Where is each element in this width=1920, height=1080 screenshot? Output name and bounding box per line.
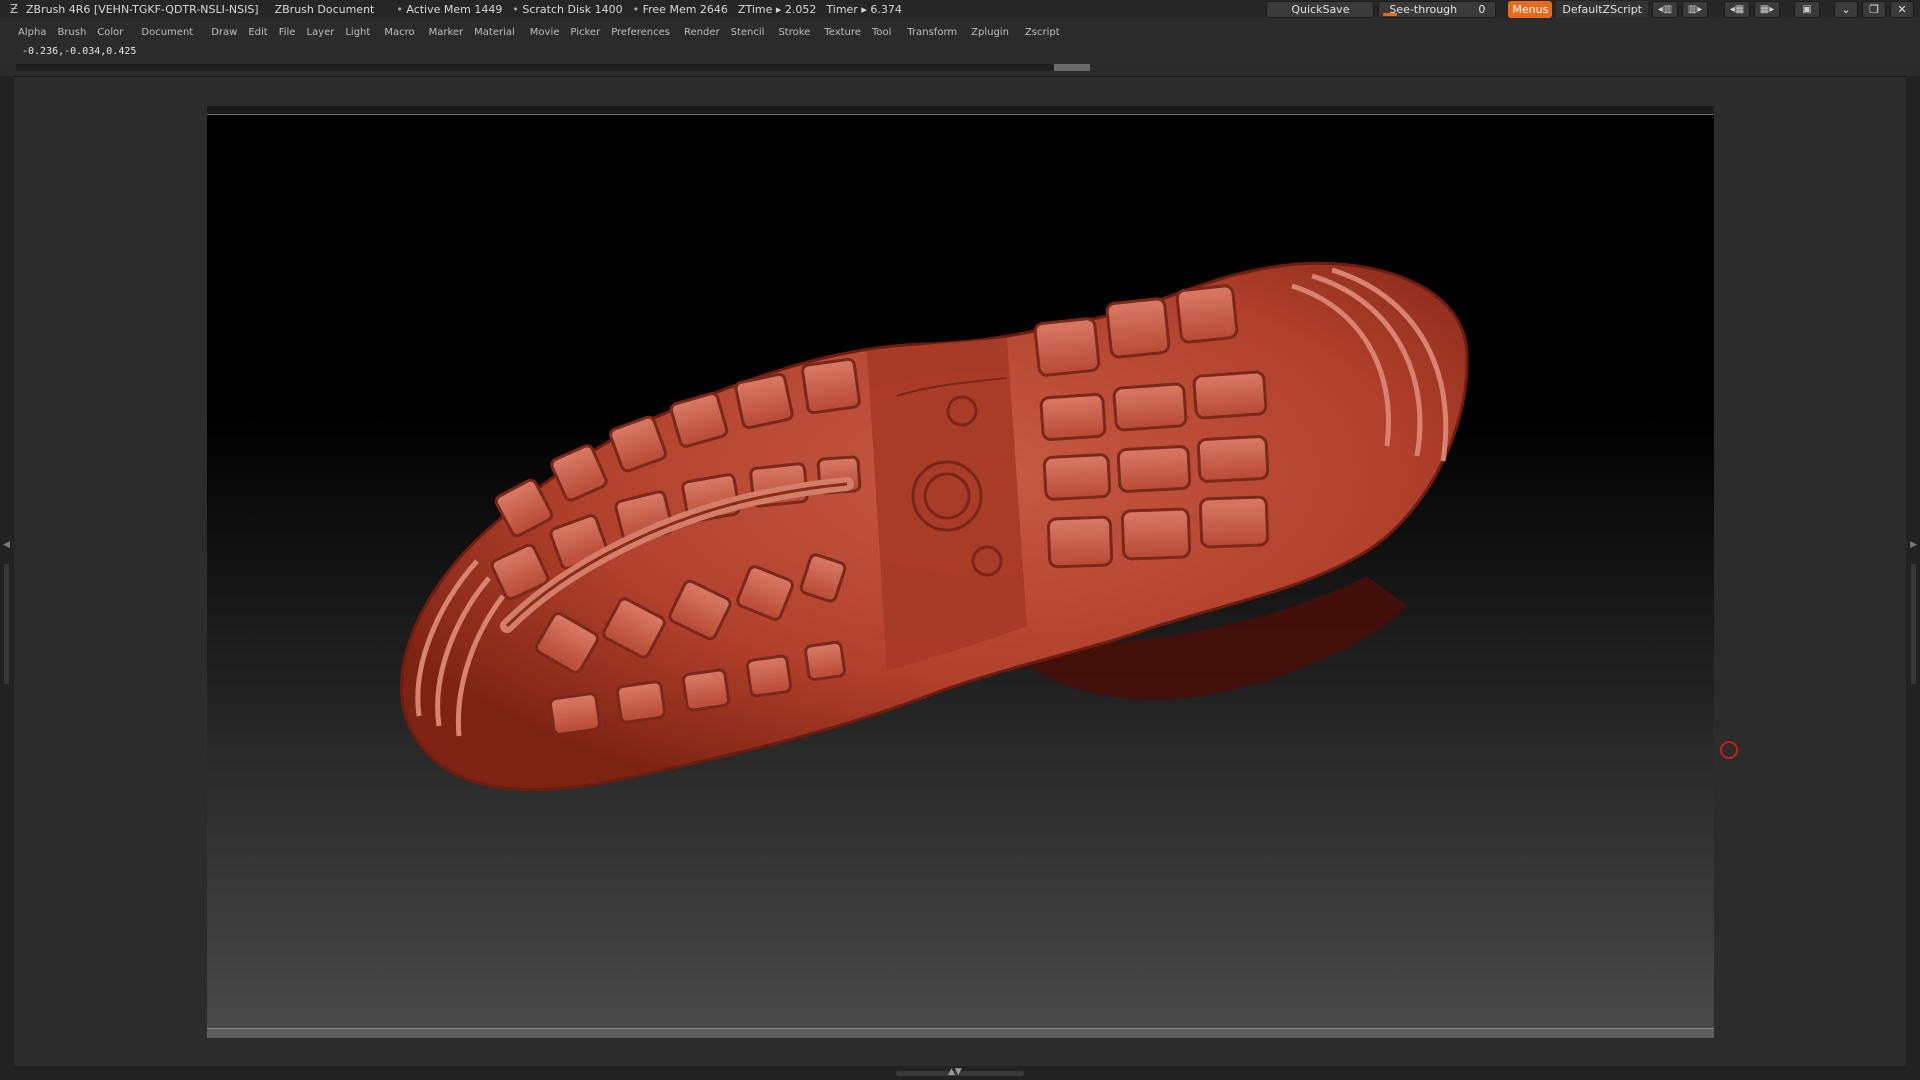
menu-document[interactable]: Document <box>141 27 193 38</box>
bottom-tray-arrows-icon[interactable]: ▲▼ <box>948 1067 962 1077</box>
brush-cursor-icon <box>1720 741 1738 759</box>
cursor-coordinates: -0.236,-0.034,0.425 <box>22 46 137 57</box>
menu-material[interactable]: Material <box>474 27 515 38</box>
ui-layout-next-icon[interactable]: ▥▸ <box>1682 0 1708 18</box>
see-through-value: 0 <box>1478 2 1486 16</box>
menu-zscript[interactable]: Zscript <box>1025 27 1060 38</box>
right-tray <box>1906 76 1920 1066</box>
ui-layout-prev-icon[interactable]: ◂▥ <box>1652 0 1678 18</box>
left-tray <box>0 76 14 1066</box>
menus-button[interactable]: Menus <box>1508 0 1553 18</box>
right-tray-arrow-icon[interactable]: ▶ <box>1910 540 1917 550</box>
menu-draw[interactable]: Draw <box>211 27 237 38</box>
see-through-label: See-through <box>1389 2 1458 16</box>
menu-render[interactable]: Render <box>684 27 720 38</box>
memory-stats: Active Mem 1449 Scratch Disk 1400 Free M… <box>396 3 901 16</box>
menu-texture[interactable]: Texture <box>824 27 861 38</box>
see-through-slider[interactable]: See-through 0 <box>1378 0 1497 18</box>
menu-layer[interactable]: Layer <box>306 27 334 38</box>
menu-transform[interactable]: Transform <box>907 27 957 38</box>
menu-file[interactable]: File <box>279 27 296 38</box>
progress-handle[interactable] <box>1054 64 1090 71</box>
right-tray-handle[interactable] <box>1911 564 1916 684</box>
ztime: ZTime ▸ 2.052 <box>737 2 817 16</box>
minimize-icon[interactable]: ⌄ <box>1834 0 1858 18</box>
lock-icon[interactable]: ▣ <box>1794 0 1820 18</box>
progress-strip <box>16 64 1090 71</box>
menu-stroke[interactable]: Stroke <box>778 27 810 38</box>
menu-macro[interactable]: Macro <box>384 27 414 38</box>
document-canvas[interactable] <box>207 106 1714 1038</box>
restore-icon[interactable]: ❐ <box>1862 0 1886 18</box>
app-title: ZBrush 4R6 [VEHN-TGKF-QDTR-NSLI-NSIS] <box>26 2 259 16</box>
scratch-disk: Scratch Disk 1400 <box>512 3 622 16</box>
status-strip: -0.236,-0.034,0.425 <box>0 46 1920 64</box>
active-mem: Active Mem 1449 <box>396 3 502 16</box>
close-icon[interactable]: ✕ <box>1890 0 1914 18</box>
see-through-fill <box>1383 12 1398 16</box>
menu-movie[interactable]: Movie <box>530 27 560 38</box>
menu-preferences[interactable]: Preferences <box>611 27 670 38</box>
menu-zplugin[interactable]: Zplugin <box>971 27 1009 38</box>
menu-picker[interactable]: Picker <box>570 27 600 38</box>
title-controls: QuickSave See-through 0 Menus DefaultZSc… <box>1266 0 1914 18</box>
left-tray-handle[interactable] <box>4 564 9 684</box>
main-menu-bar: Alpha Brush Color Document Draw Edit Fil… <box>0 18 1920 46</box>
menu-light[interactable]: Light <box>345 27 370 38</box>
color-scheme-prev-icon[interactable]: ◂▦ <box>1724 0 1750 18</box>
shoe-sole-model <box>399 261 1469 792</box>
menu-edit[interactable]: Edit <box>248 27 267 38</box>
canvas-top-border <box>207 106 1714 115</box>
menu-tool[interactable]: Tool <box>872 27 891 38</box>
left-tray-arrow-icon[interactable]: ◀ <box>3 540 10 550</box>
menu-color[interactable]: Color <box>97 27 123 38</box>
menu-brush[interactable]: Brush <box>57 27 86 38</box>
menu-stencil[interactable]: Stencil <box>731 27 765 38</box>
menu-marker[interactable]: Marker <box>429 27 464 38</box>
free-mem: Free Mem 2646 <box>633 3 728 16</box>
default-zscript-button[interactable]: DefaultZScript <box>1556 0 1648 18</box>
zbrush-logo-icon: Ƶ <box>9 2 19 16</box>
document-title: ZBrush Document <box>274 2 375 16</box>
color-scheme-next-icon[interactable]: ▦▸ <box>1754 0 1780 18</box>
quicksave-button[interactable]: QuickSave <box>1266 0 1375 18</box>
canvas-bottom-border <box>207 1028 1714 1038</box>
timer: Timer ▸ 6.374 <box>826 2 902 16</box>
menu-alpha[interactable]: Alpha <box>18 27 46 38</box>
title-bar: Ƶ ZBrush 4R6 [VEHN-TGKF-QDTR-NSLI-NSIS] … <box>0 0 1920 18</box>
